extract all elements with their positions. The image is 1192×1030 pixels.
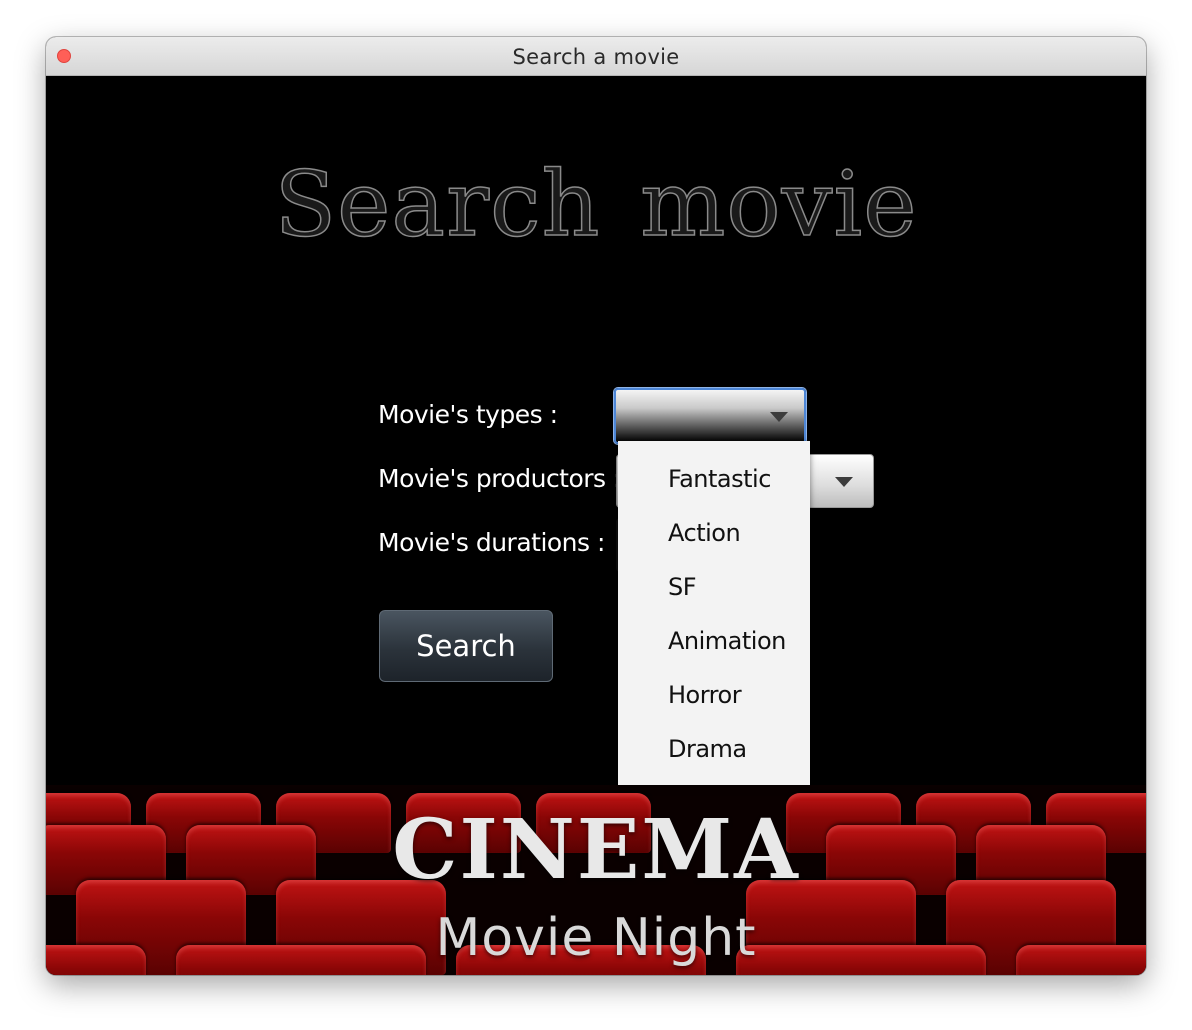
movie-productors-label: Movie's productors :	[378, 464, 621, 493]
dropdown-option-fantastic[interactable]: Fantastic	[618, 459, 810, 513]
window-title: Search a movie	[512, 45, 680, 69]
movie-types-select[interactable]	[614, 388, 806, 444]
dropdown-option-animation[interactable]: Animation	[618, 621, 810, 675]
dropdown-option-horror[interactable]: Horror	[618, 675, 810, 729]
page-title: Search movie	[274, 151, 918, 258]
cinema-logo-text: CINEMA	[392, 802, 800, 898]
app-window: Search a movie Search movie Movie's type…	[46, 37, 1146, 975]
movie-types-dropdown: Fantastic Action SF Animation Horror Dra…	[618, 441, 810, 785]
chevron-down-icon	[835, 477, 853, 487]
dropdown-option-sf[interactable]: SF	[618, 567, 810, 621]
title-bar: Search a movie	[46, 37, 1146, 76]
movie-night-text: Movie Night	[435, 908, 757, 968]
dropdown-option-action[interactable]: Action	[618, 513, 810, 567]
movie-types-label: Movie's types :	[378, 400, 558, 429]
chevron-down-icon	[770, 412, 788, 422]
main-content: Search movie Movie's types : Movie's pro…	[46, 76, 1146, 975]
movie-durations-label: Movie's durations :	[378, 528, 605, 557]
search-button[interactable]: Search	[379, 610, 553, 682]
dropdown-option-drama[interactable]: Drama	[618, 729, 810, 783]
